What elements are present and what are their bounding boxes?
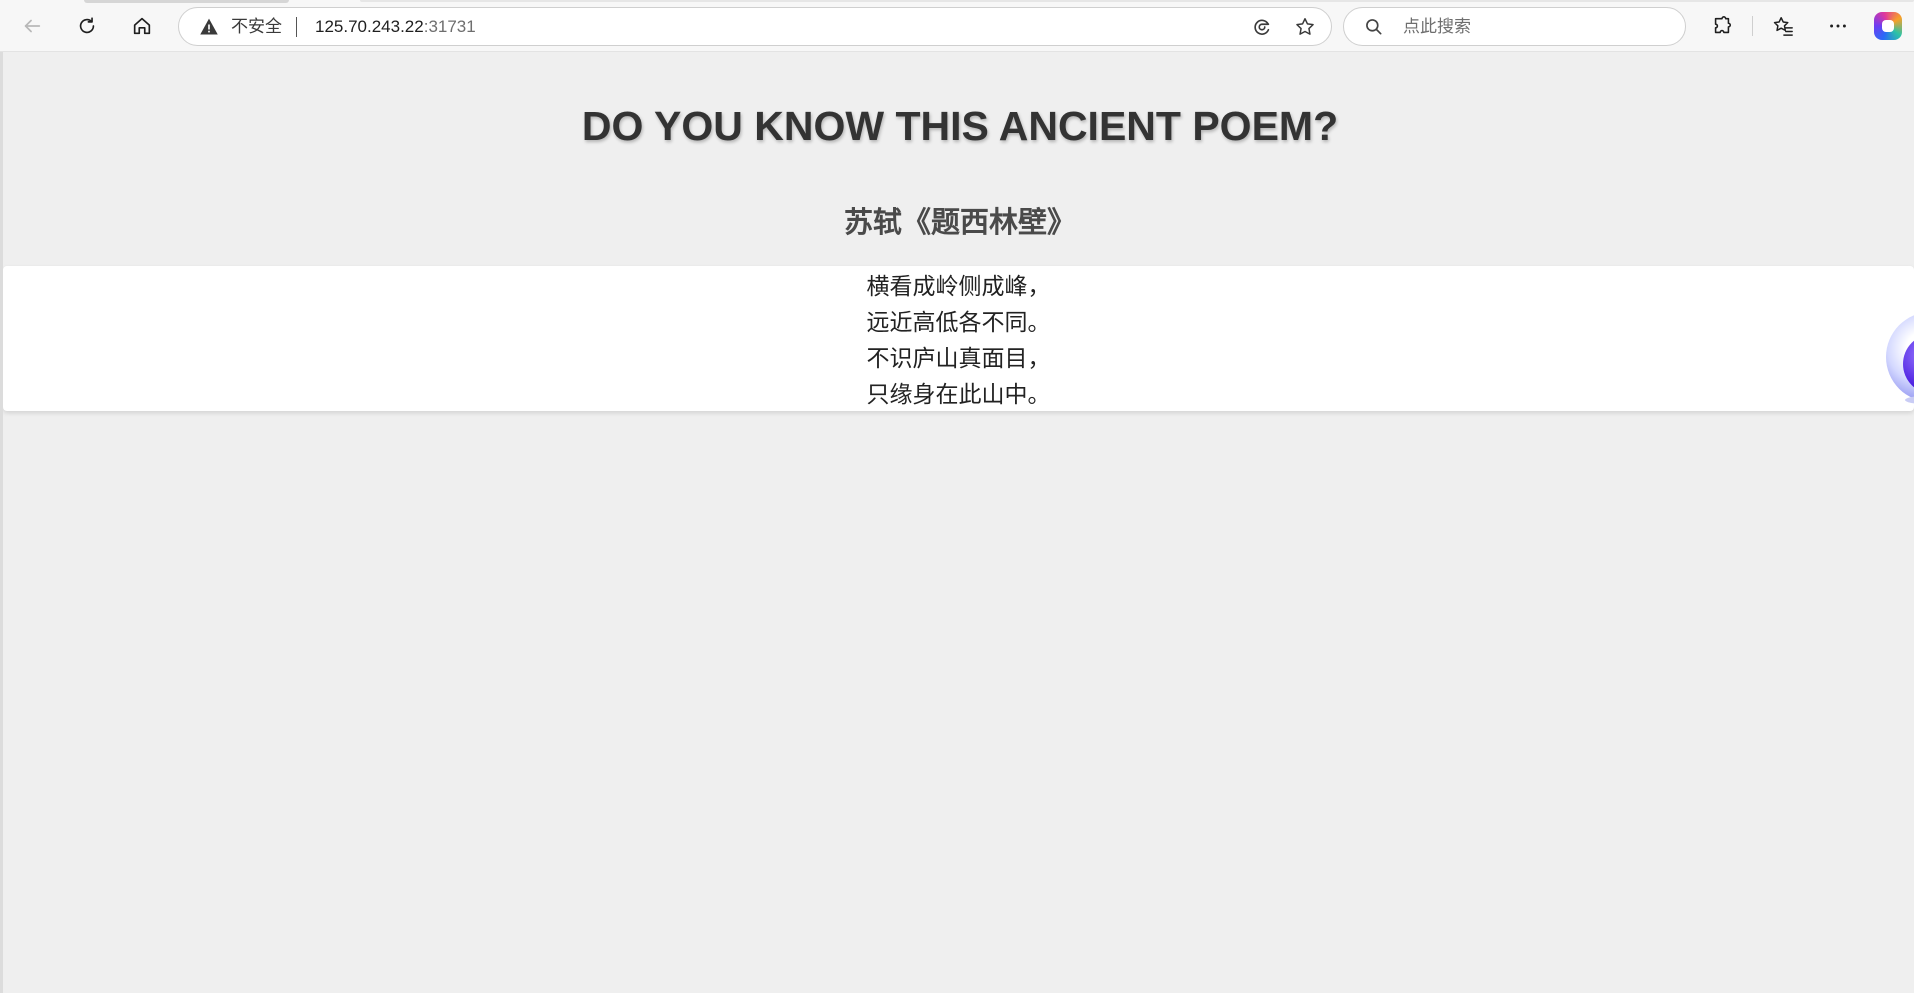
reload-button[interactable] [69, 8, 105, 44]
back-button[interactable] [14, 8, 50, 44]
copilot-icon[interactable] [1874, 12, 1902, 40]
more-button[interactable] [1820, 8, 1856, 44]
poem-line: 横看成岭侧成峰， [866, 274, 1051, 300]
warning-icon[interactable] [199, 17, 219, 37]
search-box[interactable] [1343, 7, 1686, 46]
browser-toolbar: 不安全 125.70.243.22:31731 [0, 0, 1914, 52]
url-host: 125.70.243.22 [315, 17, 424, 36]
page-title: DO YOU KNOW THIS ANCIENT POEM? [581, 103, 1339, 149]
poem-line: 只缘身在此山中。 [866, 382, 1051, 408]
read-aloud-icon[interactable] [1251, 16, 1273, 38]
toolbar-separator [1752, 16, 1753, 36]
assistant-base [1905, 396, 1914, 404]
search-icon [1364, 17, 1384, 37]
page-viewport: DO YOU KNOW THIS ANCIENT POEM? 苏轼《题西林壁》 … [0, 52, 1914, 993]
extensions-button[interactable] [1704, 8, 1740, 44]
insecure-label[interactable]: 不安全 [231, 17, 282, 37]
reload-icon [79, 17, 95, 34]
poem-line: 不识庐山真面目， [866, 346, 1051, 372]
poem-card: 横看成岭侧成峰， 远近高低各不同。 不识庐山真面目， 只缘身在此山中。 [3, 266, 1914, 411]
back-arrow-icon [24, 19, 41, 33]
home-icon [133, 17, 151, 35]
favorites-button[interactable] [1765, 8, 1801, 44]
more-icon [1830, 24, 1846, 28]
tab-strip-edge [84, 0, 289, 3]
extensions-icon [1714, 16, 1732, 34]
poem-heading: 苏轼《题西林壁》 [843, 205, 1076, 239]
url-text[interactable]: 125.70.243.22:31731 [315, 17, 476, 37]
assistant-float-button[interactable] [1883, 304, 1914, 404]
poem-line: 远近高低各不同。 [866, 310, 1051, 336]
address-divider [296, 17, 297, 37]
home-button[interactable] [124, 8, 160, 44]
url-port: :31731 [423, 17, 476, 36]
tab-strip-edge [360, 0, 1914, 2]
favorites-icon [1773, 17, 1793, 36]
star-icon[interactable] [1294, 16, 1316, 38]
address-bar[interactable]: 不安全 125.70.243.22:31731 [178, 7, 1332, 46]
search-input[interactable] [1403, 14, 1663, 40]
